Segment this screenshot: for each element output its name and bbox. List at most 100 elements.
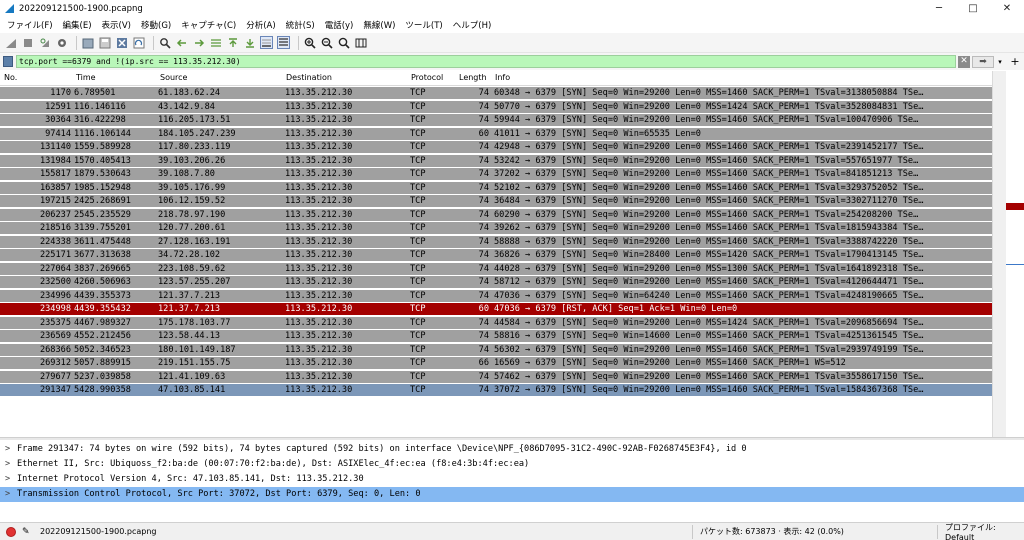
zoom-out-icon[interactable] (320, 36, 333, 49)
packet-list[interactable]: 1170 6.789501 61.183.62.24 113.35.212.30 TCP… (0, 86, 992, 436)
stop-icon[interactable] (21, 36, 34, 49)
colorize-icon[interactable] (277, 36, 290, 49)
menu-tools[interactable]: ツール(T) (400, 19, 447, 31)
zoom-in-icon[interactable] (303, 36, 316, 49)
last-packet-icon[interactable] (243, 36, 256, 49)
menu-telephony[interactable]: 電話(y) (320, 19, 359, 31)
maximize-button[interactable]: □ (956, 0, 990, 17)
shark-fin-start-icon[interactable] (4, 36, 17, 49)
expand-arrow-icon[interactable]: > (5, 487, 17, 502)
minimize-button[interactable]: ─ (922, 0, 956, 17)
zoom-normal-icon[interactable] (337, 36, 350, 49)
go-back-icon[interactable] (175, 36, 188, 49)
packet-row[interactable]: 224338 3611.475448 27.128.163.191 113.35.21… (0, 235, 992, 248)
packet-cell-dst: 113.35.212.30 (285, 196, 353, 206)
column-header-no[interactable]: No. (4, 73, 17, 82)
expert-info-icon[interactable] (6, 526, 16, 537)
packet-row[interactable]: 163857 1985.152948 39.105.176.99 113.35.212… (0, 181, 992, 194)
packet-row[interactable]: 218516 3139.755201 120.77.200.61 113.35.212… (0, 222, 992, 234)
packet-row[interactable]: 97414 1116.106144 184.105.247.239 113.35.21… (0, 127, 992, 140)
packet-cell-no: 232500 (39, 277, 71, 287)
packet-row[interactable]: 131140 1559.589928 117.80.233.119 113.35.21… (0, 141, 992, 153)
packet-row[interactable]: 30364 316.422298 116.205.173.51 113.35.212.… (0, 114, 992, 126)
menu-statistics[interactable]: 統計(S) (281, 19, 320, 31)
packet-list-scrollbar[interactable] (992, 71, 1006, 437)
status-profile[interactable]: プロファイル: Default (945, 522, 1024, 540)
packet-row[interactable]: 279677 5237.039858 121.41.109.63 113.35.212… (0, 370, 992, 383)
find-icon[interactable] (158, 36, 171, 49)
menu-view[interactable]: 表示(V) (97, 19, 136, 31)
detail-frame-row[interactable]: > Frame 291347: 74 bytes on wire (592 bit… (0, 442, 1024, 457)
expand-arrow-icon[interactable]: > (5, 442, 17, 457)
filter-bookmark-icon[interactable] (3, 56, 13, 67)
expand-arrow-icon[interactable]: > (5, 457, 17, 472)
menu-edit[interactable]: 編集(E) (58, 19, 97, 31)
packet-cell-dst: 113.35.212.30 (285, 358, 353, 368)
packet-row[interactable]: 234996 4439.355373 121.37.7.213 113.35.212.… (0, 289, 992, 302)
menu-help[interactable]: ヘルプ(H) (448, 19, 497, 31)
packet-row[interactable]: 225171 3677.313638 34.72.28.102 113.35.212.… (0, 249, 992, 261)
packet-row[interactable]: 236569 4552.212456 123.58.44.13 113.35.212.… (0, 330, 992, 342)
packet-row[interactable]: 155817 1879.530643 39.108.7.80 113.35.212.3… (0, 168, 992, 180)
packet-row[interactable]: 227064 3837.269665 223.108.59.62 113.35.212… (0, 262, 992, 275)
packet-row[interactable]: 197215 2425.268691 106.12.159.52 113.35.212… (0, 195, 992, 207)
column-header-length[interactable]: Length (459, 73, 487, 82)
packet-cell-info: 60348 → 6379 [SYN] Seq=0 Win=29200 Len=0… (494, 88, 924, 98)
column-header-destination[interactable]: Destination (286, 73, 332, 82)
open-file-icon[interactable] (81, 36, 94, 49)
packet-row[interactable]: 269312 5057.889915 219.151.155.75 113.35.21… (0, 357, 992, 369)
column-header-time[interactable]: Time (76, 73, 96, 82)
packet-row[interactable]: 1170 6.789501 61.183.62.24 113.35.212.30 TCP… (0, 87, 992, 99)
expand-arrow-icon[interactable]: > (5, 472, 17, 487)
column-header-info[interactable]: Info (495, 73, 510, 82)
display-filter-input[interactable] (16, 55, 956, 68)
packet-cell-len: 74 (478, 344, 489, 355)
go-to-packet-icon[interactable] (209, 36, 222, 49)
add-filter-button[interactable]: + (1008, 55, 1022, 68)
apply-filter-button[interactable]: ➡ (972, 55, 994, 68)
minimap-rst-marker (1006, 203, 1024, 210)
packet-row[interactable]: 232500 4260.506963 123.57.255.207 113.35.21… (0, 276, 992, 288)
autoscroll-icon[interactable] (260, 36, 273, 49)
packet-cell-src: 121.37.7.213 (158, 304, 221, 314)
menu-go[interactable]: 移動(G) (136, 19, 176, 31)
save-file-icon[interactable] (98, 36, 111, 49)
capture-comment-icon[interactable]: ✎ (22, 527, 32, 537)
restart-icon[interactable] (38, 36, 51, 49)
menu-analyze[interactable]: 分析(A) (241, 19, 280, 31)
packet-minimap[interactable] (1006, 71, 1024, 437)
detail-ethernet-row[interactable]: > Ethernet II, Src: Ubiquoss_f2:ba:de (00… (0, 457, 1024, 472)
filter-history-dropdown[interactable]: ▾ (995, 56, 1005, 68)
packet-cell-dst: 113.35.212.30 (285, 142, 353, 152)
menu-capture[interactable]: キャプチャ(C) (176, 19, 241, 31)
menu-file[interactable]: ファイル(F) (2, 19, 58, 31)
packet-row[interactable]: 235375 4467.989327 175.178.103.77 113.35.21… (0, 316, 992, 329)
packet-row[interactable]: 12591 116.146116 43.142.9.84 113.35.212.30 T… (0, 100, 992, 113)
packet-row[interactable]: 268366 5052.346523 180.101.149.187 113.35.2… (0, 343, 992, 356)
close-window-button[interactable]: ✕ (990, 0, 1024, 17)
column-header-protocol[interactable]: Protocol (411, 73, 443, 82)
status-separator (692, 525, 693, 539)
column-header-source[interactable]: Source (160, 73, 187, 82)
packet-row[interactable]: 131984 1570.405413 39.103.206.26 113.35.212… (0, 154, 992, 167)
detail-tcp-row[interactable]: > Transmission Control Protocol, Src Port… (0, 487, 1024, 502)
packet-row[interactable]: 206237 2545.235529 218.78.97.190 113.35.212… (0, 208, 992, 221)
menu-wireless[interactable]: 無線(W) (358, 19, 400, 31)
packet-row[interactable]: 291347 5428.990358 47.103.85.141 113.35.212… (0, 384, 992, 396)
options-gear-icon[interactable] (55, 36, 68, 49)
first-packet-icon[interactable] (226, 36, 239, 49)
packet-cell-len: 66 (478, 358, 489, 368)
detail-ipv4-row[interactable]: > Internet Protocol Version 4, Src: 47.10… (0, 472, 1024, 487)
reload-icon[interactable] (132, 36, 145, 49)
packet-row[interactable]: 234998 4439.355432 121.37.7.213 113.35.212.… (0, 303, 992, 315)
packet-cell-time: 3139.755201 (74, 223, 131, 233)
packet-cell-no: 279677 (39, 371, 71, 382)
close-file-icon[interactable] (115, 36, 128, 49)
packet-cell-time: 5428.990358 (74, 385, 131, 395)
packet-cell-time: 3837.269665 (74, 263, 131, 274)
menu-bar: ファイル(F) 編集(E) 表示(V) 移動(G) キャプチャ(C) 分析(A)… (0, 17, 1024, 33)
go-forward-icon[interactable] (192, 36, 205, 49)
packet-cell-no: 97414 (45, 128, 71, 139)
clear-filter-icon[interactable]: ✕ (958, 55, 970, 68)
resize-columns-icon[interactable] (354, 36, 367, 49)
